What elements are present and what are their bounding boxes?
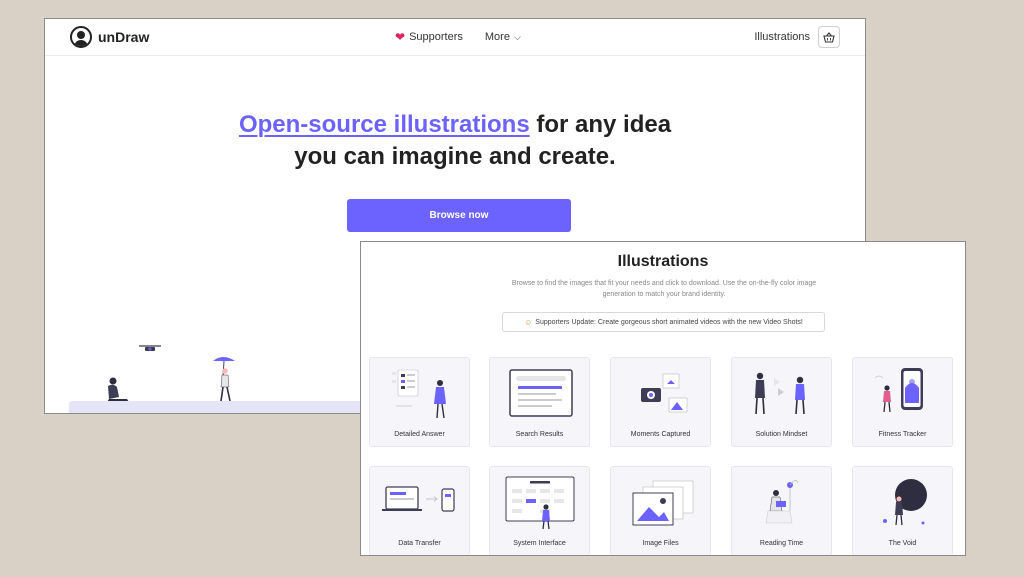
top-nav: unDraw ❤ Supporters More ⌵ Illustrations (45, 19, 865, 56)
drone-icon (139, 345, 161, 351)
card-the-void[interactable]: The Void (852, 466, 953, 555)
card-label: System Interface (513, 540, 566, 547)
browse-now-button[interactable]: Browse now (347, 199, 571, 232)
card-reading-time[interactable]: Reading Time (731, 466, 832, 555)
image-files-illustration (632, 480, 694, 526)
card-label: Search Results (515, 431, 564, 438)
card-detailed-answer[interactable]: Detailed Answer (369, 357, 470, 447)
card-system-interface[interactable]: System Interface (489, 466, 590, 555)
card-label: Detailed Answer (394, 431, 445, 438)
basket-icon (823, 31, 835, 43)
logo-icon (70, 26, 92, 48)
smile-emoji-icon: ☺ (524, 317, 533, 327)
ground-strip (69, 401, 369, 413)
solution-mindset-illustration (755, 372, 805, 415)
system-interface-illustration (505, 476, 575, 530)
card-fitness-tracker[interactable]: Fitness Tracker (852, 357, 953, 447)
gallery-title: Illustrations (617, 253, 709, 270)
reading-time-illustration (765, 480, 799, 524)
chevron-down-icon: ⌵ (513, 31, 521, 42)
hero-line2: you can imagine and create. (294, 143, 616, 170)
card-data-transfer[interactable]: Data Transfer (369, 466, 470, 555)
hero-scene-illustration (107, 345, 235, 402)
nav-illustrations[interactable]: Illustrations (754, 31, 810, 43)
detailed-answer-illustration (392, 369, 446, 419)
logo[interactable]: unDraw (70, 26, 149, 48)
nav-center: ❤ Supporters More ⌵ (395, 30, 521, 44)
card-label: Data Transfer (398, 540, 441, 547)
card-label: Solution Mindset (755, 431, 808, 438)
card-search-results[interactable]: Search Results (489, 357, 590, 447)
card-label: The Void (888, 540, 917, 547)
card-label: Image Files (642, 540, 679, 547)
nav-supporters[interactable]: ❤ Supporters (395, 30, 463, 44)
heart-icon: ❤ (395, 30, 406, 44)
nav-more-label: More (484, 31, 510, 43)
data-transfer-illustration (382, 486, 455, 512)
card-solution-mindset[interactable]: Solution Mindset (731, 357, 832, 447)
basket-button[interactable] (818, 26, 840, 48)
umbrella-person-figure (213, 357, 235, 402)
card-label: Fitness Tracker (878, 431, 927, 438)
card-image-files[interactable]: Image Files (610, 466, 711, 555)
card-label: Moments Captured (630, 431, 691, 438)
gallery-subtitle: Browse to find the images that fit your … (511, 280, 817, 298)
fitness-tracker-illustration (874, 368, 923, 413)
nav-right: Illustrations (754, 26, 840, 48)
logo-text: unDraw (98, 29, 150, 45)
supporters-update-text: Supporters Update: Create gorgeous short… (535, 318, 803, 326)
moments-captured-illustration (641, 373, 688, 413)
nav-supporters-label: Supporters (409, 31, 463, 43)
gallery-window: Illustrations Browse to find the images … (360, 241, 966, 556)
nav-more[interactable]: More ⌵ (485, 30, 521, 44)
supporters-update-banner[interactable]: ☺ Supporters Update: Create gorgeous sho… (502, 312, 825, 332)
hero-line1-rest: for any idea (529, 111, 672, 138)
card-label: Reading Time (759, 540, 804, 547)
the-void-illustration (883, 479, 927, 526)
hero-highlight[interactable]: Open-source illustrations (239, 111, 530, 138)
sitting-person-figure (107, 377, 129, 402)
hero-headline: Open-source illustrations for any idea y… (45, 109, 865, 173)
card-moments-captured[interactable]: Moments Captured (610, 357, 711, 447)
search-results-illustration (509, 369, 573, 417)
